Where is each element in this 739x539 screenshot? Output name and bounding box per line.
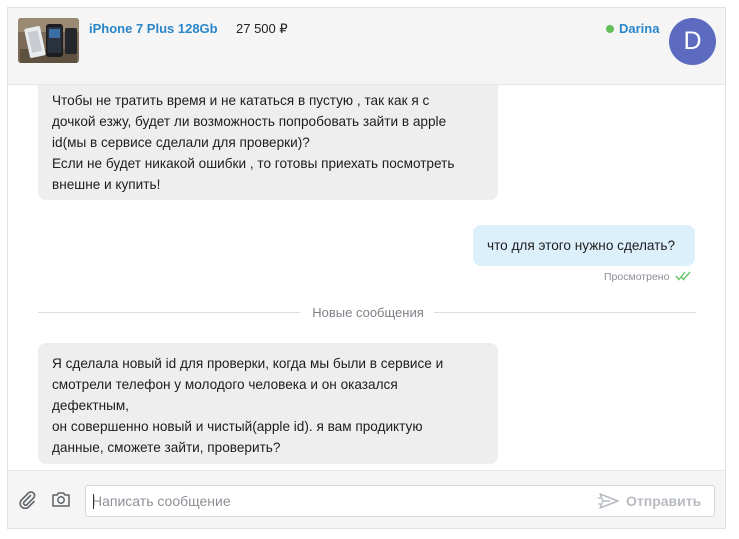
product-price: 27 500 ₽	[236, 21, 288, 36]
chat-header: iPhone 7 Plus 128Gb 27 500 ₽ Darina D	[8, 8, 725, 85]
message-incoming: Чтобы не тратить время и не кататься в п…	[38, 85, 498, 200]
read-status: Просмотрено	[604, 271, 670, 283]
text-caret	[93, 494, 94, 509]
message-list[interactable]: Чтобы не тратить время и не кататься в п…	[8, 85, 725, 470]
send-plane-icon	[598, 493, 619, 509]
message-outgoing: что для этого нужно сделать?	[473, 225, 695, 266]
send-button-label: Отправить	[626, 493, 702, 509]
message-line: Если не будет никакой ошибки , то готовы…	[52, 156, 455, 171]
composer: Отправить	[8, 470, 725, 528]
message-input-box[interactable]: Отправить	[85, 485, 715, 517]
message-line: внешне и купить!	[52, 177, 161, 192]
message-input[interactable]	[92, 486, 582, 516]
send-button[interactable]: Отправить	[598, 486, 714, 516]
message-line: что для этого нужно сделать?	[487, 238, 676, 253]
product-thumbnail[interactable]	[18, 18, 79, 63]
message-line: дочкой езжу, будет ли возможность попроб…	[52, 114, 447, 129]
double-check-icon	[675, 271, 691, 281]
message-line: Я сделала новый id для проверки, когда м…	[52, 356, 444, 371]
message-line: дефектным,	[52, 398, 129, 413]
message-line: id(мы в сервисе сделали для проверки)?	[52, 135, 310, 150]
message-line: смотрели телефон у молодого человека и о…	[52, 377, 398, 392]
message-line: он совершенно новый и чистый(apple id). …	[52, 419, 423, 434]
message-line: Чтобы не тратить время и не кататься в п…	[52, 93, 430, 108]
avatar[interactable]: D	[669, 18, 716, 65]
divider-line-left	[38, 312, 300, 313]
chat-window: iPhone 7 Plus 128Gb 27 500 ₽ Darina D Чт…	[7, 7, 726, 529]
message-incoming: Я сделала новый id для проверки, когда м…	[38, 343, 498, 464]
camera-icon[interactable]	[51, 490, 71, 508]
user-name-link[interactable]: Darina	[619, 21, 659, 36]
divider-line-right	[434, 312, 696, 313]
online-status-icon	[606, 25, 614, 33]
new-messages-divider: Новые сообщения	[312, 305, 424, 320]
paperclip-icon[interactable]	[17, 489, 37, 509]
product-title-link[interactable]: iPhone 7 Plus 128Gb	[89, 21, 218, 36]
message-line: данные, сможете зайти, проверить?	[52, 440, 281, 455]
